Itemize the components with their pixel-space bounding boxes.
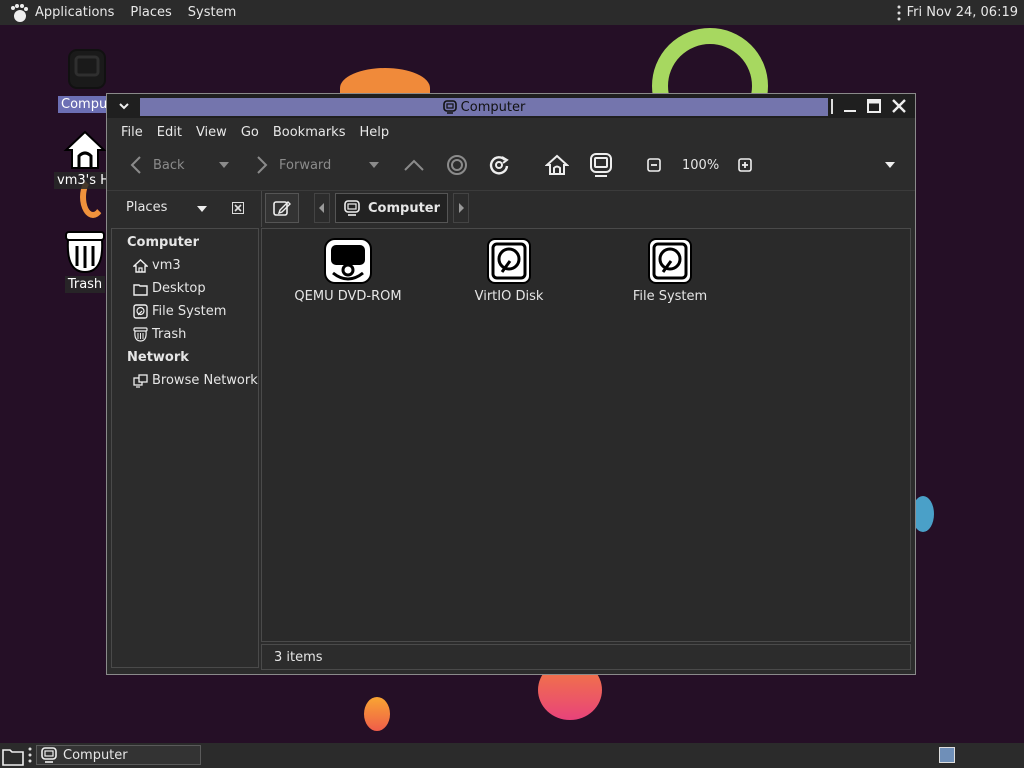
up-button[interactable] xyxy=(403,148,425,182)
gnome-foot-icon[interactable] xyxy=(10,3,30,23)
harddisk-icon xyxy=(439,237,579,285)
sidebar-item-trash[interactable]: Trash xyxy=(112,323,258,346)
places-pane-dropdown[interactable] xyxy=(197,205,207,213)
places-pane-label[interactable]: Places xyxy=(126,200,167,215)
stop-button[interactable] xyxy=(446,148,468,182)
sidebar-heading-network: Network xyxy=(127,350,189,365)
reload-button[interactable] xyxy=(488,148,510,182)
drive-icon xyxy=(133,304,148,319)
zoom-level[interactable]: 100% xyxy=(682,148,719,182)
maximize-button[interactable] xyxy=(865,97,883,115)
window-title: Computer xyxy=(460,99,526,115)
taskbar-button-computer[interactable]: Computer xyxy=(36,745,201,765)
toolbar-overflow-dropdown[interactable] xyxy=(885,148,895,182)
sidebar-item-file-system[interactable]: File System xyxy=(112,300,258,323)
network-icon xyxy=(133,373,148,388)
menu-view[interactable]: View xyxy=(189,125,234,140)
arrow-right-icon xyxy=(255,155,269,175)
sidebar-item-browse-network[interactable]: Browse Network xyxy=(112,369,258,392)
show-desktop-icon[interactable] xyxy=(2,746,24,766)
menu-bookmarks[interactable]: Bookmarks xyxy=(266,125,353,140)
minimize-button[interactable] xyxy=(841,97,859,115)
crumb-scroll-right[interactable] xyxy=(453,193,469,223)
close-button[interactable] xyxy=(890,97,908,115)
taskbar-button-label: Computer xyxy=(63,747,128,763)
file-item-file-system[interactable]: File System xyxy=(600,237,740,304)
menu-edit[interactable]: Edit xyxy=(150,125,189,140)
computer-icon xyxy=(41,747,57,763)
workspace-switcher[interactable] xyxy=(939,747,955,763)
back-button[interactable]: Back xyxy=(129,148,185,182)
status-bar: 3 items xyxy=(261,644,911,670)
window-menu-button[interactable] xyxy=(115,97,133,115)
sidebar-item-desktop[interactable]: Desktop xyxy=(112,277,258,300)
file-item-label: File System xyxy=(632,289,708,304)
file-view[interactable]: QEMU DVD-ROM VirtIO Disk File System xyxy=(261,228,911,642)
computer-icon xyxy=(590,153,612,177)
desktop-icon-label: Trash xyxy=(64,276,106,293)
toolbar: Back Forward 100% xyxy=(107,148,915,186)
computer-button[interactable] xyxy=(590,148,612,182)
edit-icon xyxy=(273,199,291,217)
window-title-area[interactable]: Computer xyxy=(140,98,828,116)
file-item-virtio-disk[interactable]: VirtIO Disk xyxy=(439,237,579,304)
home-button[interactable] xyxy=(545,148,569,182)
file-item-qemu-dvd-rom[interactable]: QEMU DVD-ROM xyxy=(278,237,418,304)
optical-drive-icon xyxy=(278,237,418,285)
sidebar-item-label: Browse Network xyxy=(152,373,258,388)
workspace-switcher-empty[interactable] xyxy=(958,747,998,763)
edit-location-button[interactable] xyxy=(265,193,299,223)
file-manager-window: Computer File Edit View Go Bookmarks Hel… xyxy=(106,93,916,675)
panel-handle-icon xyxy=(897,5,901,21)
top-panel: Applications Places System Fri Nov 24, 0… xyxy=(0,0,1024,25)
folder-icon xyxy=(133,282,148,296)
pane-divider xyxy=(261,191,262,227)
places-sidebar: Computer vm3 Desktop File System Trash N… xyxy=(111,228,259,668)
title-bar[interactable]: Computer xyxy=(107,94,915,118)
wallpaper-blob-orange-small xyxy=(364,697,390,731)
computer-icon xyxy=(52,48,122,96)
sidebar-item-label: vm3 xyxy=(152,258,181,273)
breadcrumb-label: Computer xyxy=(368,200,441,216)
sidebar-item-label: File System xyxy=(152,304,227,319)
menu-file[interactable]: File xyxy=(114,125,150,140)
harddisk-icon xyxy=(600,237,740,285)
sidebar-item-label: Trash xyxy=(152,327,187,342)
bottom-panel: Computer xyxy=(0,743,1024,768)
clock-area[interactable]: Fri Nov 24, 06:19 xyxy=(897,0,1018,25)
home-icon xyxy=(545,154,569,176)
menu-help[interactable]: Help xyxy=(352,125,396,140)
zoom-in-button[interactable] xyxy=(738,148,752,182)
sidebar-item-label: Desktop xyxy=(152,281,206,296)
breadcrumb-computer[interactable]: Computer xyxy=(335,193,448,223)
back-label: Back xyxy=(153,157,185,173)
computer-icon xyxy=(442,100,457,114)
places-menu[interactable]: Places xyxy=(122,5,179,20)
file-item-label: VirtIO Disk xyxy=(474,289,544,304)
menu-bar: File Edit View Go Bookmarks Help xyxy=(114,120,396,144)
trash-icon xyxy=(133,327,148,342)
home-icon xyxy=(133,258,148,273)
clock-text[interactable]: Fri Nov 24, 06:19 xyxy=(907,5,1018,20)
applications-menu[interactable]: Applications xyxy=(30,5,122,20)
sidebar-heading-computer: Computer xyxy=(127,235,200,250)
panel-handle-icon xyxy=(28,747,32,763)
forward-history-dropdown[interactable] xyxy=(369,148,379,182)
close-pane-button[interactable] xyxy=(232,202,244,214)
forward-button[interactable]: Forward xyxy=(255,148,331,182)
location-bar: Places Computer xyxy=(107,190,915,227)
title-separator xyxy=(831,99,833,114)
status-text: 3 items xyxy=(274,649,323,665)
forward-label: Forward xyxy=(279,157,332,173)
file-item-label: QEMU DVD-ROM xyxy=(294,289,402,304)
sidebar-item-vm3[interactable]: vm3 xyxy=(112,254,258,277)
back-history-dropdown[interactable] xyxy=(219,148,229,182)
menu-go[interactable]: Go xyxy=(234,125,266,140)
zoom-out-button[interactable] xyxy=(647,148,661,182)
crumb-scroll-left[interactable] xyxy=(314,193,330,223)
computer-icon xyxy=(344,200,360,216)
system-menu[interactable]: System xyxy=(180,5,244,20)
arrow-left-icon xyxy=(129,155,143,175)
